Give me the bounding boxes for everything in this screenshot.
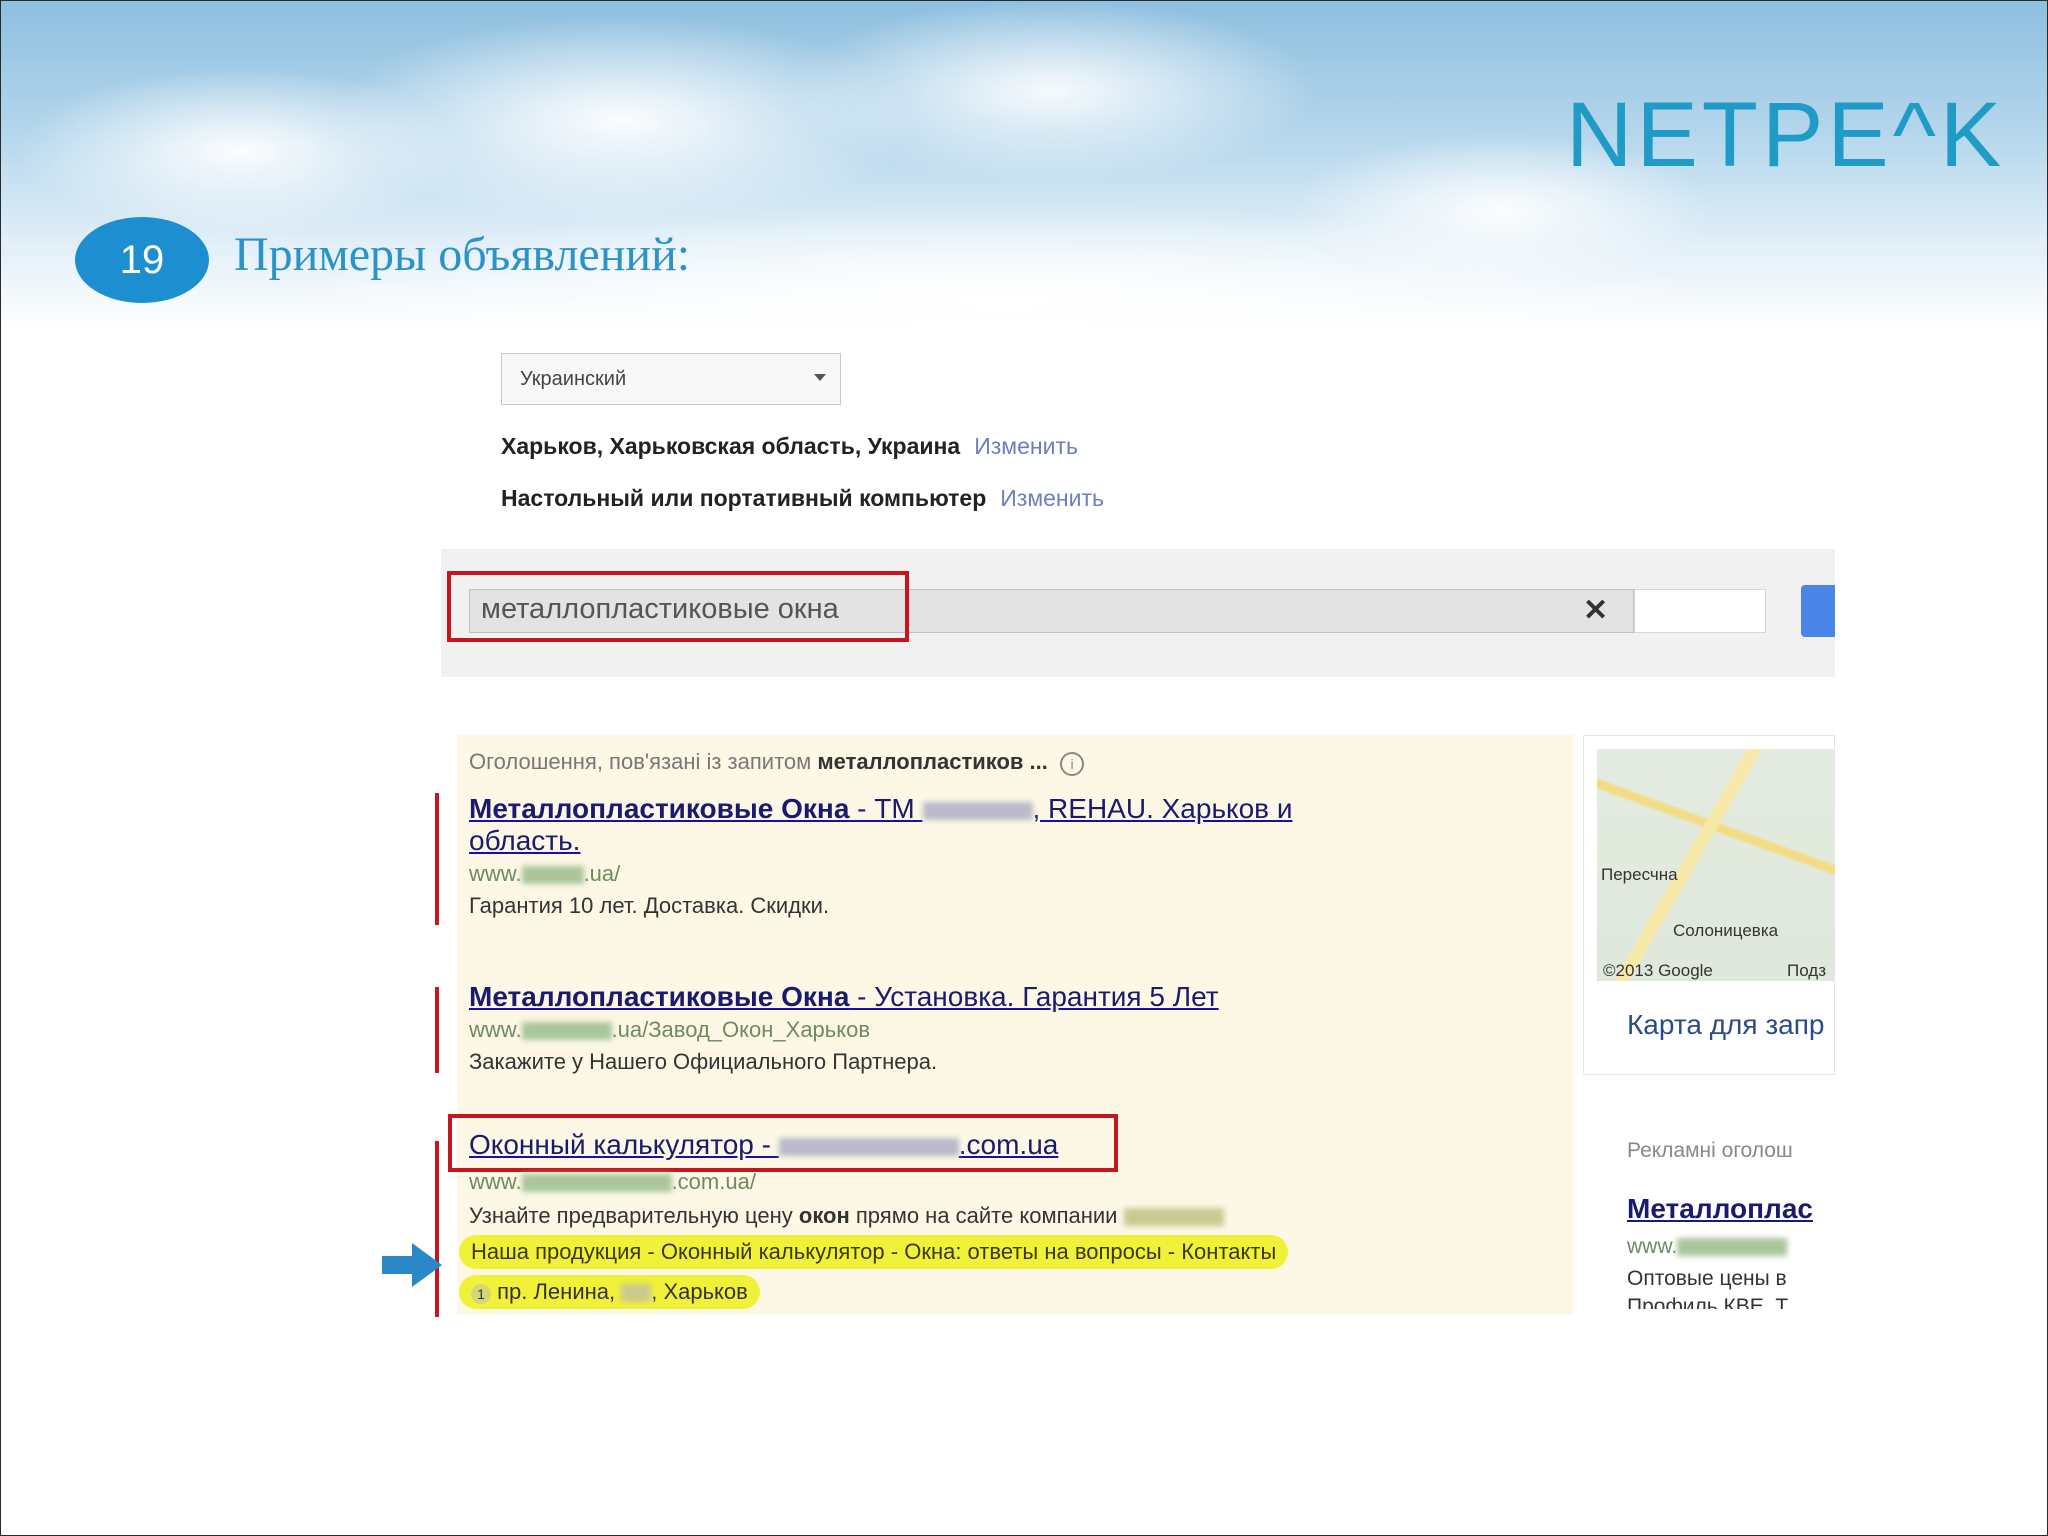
blurred-domain bbox=[521, 866, 584, 885]
blurred-brand bbox=[778, 1137, 959, 1156]
device-row: Настольный или портативный компьютер Изме… bbox=[501, 485, 1104, 512]
map-place-label: Пересчна bbox=[1601, 865, 1678, 884]
map-place-label: Подз bbox=[1787, 961, 1827, 980]
device-change-link[interactable]: Изменить bbox=[1000, 485, 1104, 511]
ad-title-text: - ТМ bbox=[849, 793, 923, 824]
blurred-address bbox=[621, 1284, 652, 1303]
ad-title-link[interactable]: Металлопластиковые Окна - Установка. Гар… bbox=[469, 981, 1569, 1013]
blurred-domain bbox=[521, 1022, 612, 1041]
ad-description: Гарантия 10 лет. Доставка. Скидки. bbox=[469, 893, 830, 918]
blurred-brand bbox=[922, 801, 1033, 820]
ad-description: Закажите у Нашего Официального Партнера. bbox=[469, 1049, 938, 1074]
chevron-down-icon bbox=[814, 374, 826, 381]
ad-title-text: - Установка. Гарантия 5 Лет bbox=[849, 981, 1219, 1012]
blurred-domain bbox=[1677, 1238, 1788, 1257]
search-button[interactable] bbox=[1801, 585, 1837, 637]
arrow-head bbox=[412, 1243, 442, 1287]
location-change-link[interactable]: Изменить bbox=[974, 433, 1078, 459]
ad-title-text: Оконный калькулятор - bbox=[469, 1129, 779, 1160]
ad-title-link[interactable]: Оконный калькулятор - .com.ua bbox=[469, 1129, 1569, 1161]
side-ads-header: Рекламні оголош bbox=[1627, 1139, 1793, 1162]
ad-address-text: пр. Ленина, bbox=[497, 1279, 622, 1304]
ad-title-line2: область. bbox=[469, 825, 581, 856]
ad-marker-bar bbox=[435, 793, 439, 925]
map-caption[interactable]: Карта для запр bbox=[1627, 1009, 1824, 1041]
ad-description: Узнайте предварительную цену окон прямо … bbox=[469, 1203, 1569, 1229]
map-image[interactable]: Пересчна Солоницевка ©2013 Google Подз bbox=[1597, 749, 1835, 981]
side-ad-url: www. bbox=[1627, 1235, 1788, 1259]
ad-url-prefix: www. bbox=[469, 1169, 522, 1194]
ad-url: www. .com.ua/ bbox=[469, 1169, 1569, 1195]
side-ad-title-link[interactable]: Металлоплас bbox=[1627, 1193, 1813, 1225]
ad-marker-bar bbox=[435, 1141, 439, 1317]
ad-address-text: , Харьков bbox=[651, 1279, 748, 1304]
ad-url-suffix: .ua/Завод_Окон_Харьков bbox=[611, 1017, 871, 1042]
ad-url: www. .ua/Завод_Окон_Харьков bbox=[469, 1017, 1569, 1043]
ad-url-prefix: www. bbox=[469, 1017, 522, 1042]
close-icon[interactable]: ✕ bbox=[1583, 593, 1608, 628]
map-copyright: ©2013 Google bbox=[1603, 961, 1713, 980]
blurred-company bbox=[1123, 1208, 1224, 1227]
ad-item: Металлопластиковые Окна - Установка. Гар… bbox=[469, 981, 1569, 1075]
ad-marker-bar bbox=[435, 987, 439, 1073]
ad-title-text: , REHAU. Харьков и bbox=[1032, 793, 1293, 824]
ad-title-link[interactable]: Металлопластиковые Окна - ТМ , REHAU. Ха… bbox=[469, 793, 1569, 857]
location-pin-icon: 1 bbox=[471, 1284, 491, 1304]
slide: NETPE^K 19 Примеры объявлений: Украински… bbox=[0, 0, 2048, 1536]
ad-desc-text: прямо на сайте компании bbox=[849, 1203, 1118, 1228]
ad-url-suffix: .ua/ bbox=[583, 861, 621, 886]
crop-edge bbox=[1835, 541, 1875, 1321]
info-icon[interactable]: i bbox=[1060, 752, 1085, 776]
ad-title-text: .com.ua bbox=[958, 1129, 1059, 1160]
ads-header-query: металлопластиков ... bbox=[817, 749, 1048, 774]
ad-url-prefix: www. bbox=[469, 861, 522, 886]
ad-url: www. .ua/ bbox=[469, 861, 1569, 887]
side-ad-description: Профиль КВЕ. Т bbox=[1627, 1295, 1789, 1309]
search-input-extension bbox=[1634, 589, 1766, 633]
ad-address: 1 пр. Ленина, , Харьков bbox=[459, 1275, 760, 1309]
ad-title-bold: Металлопластиковые Окна bbox=[469, 981, 850, 1012]
query-highlight-frame bbox=[447, 571, 909, 642]
search-screenshot: Украинский Харьков, Харьковская область,… bbox=[1, 1, 2047, 1535]
ad-desc-bold: окон bbox=[798, 1203, 850, 1228]
map-place-label: Солоницевка bbox=[1673, 921, 1779, 940]
ads-header: Оголошення, пов'язані із запитом металло… bbox=[469, 749, 1085, 776]
ad-item: Металлопластиковые Окна - ТМ , REHAU. Ха… bbox=[469, 793, 1569, 919]
ad-sitelinks[interactable]: Наша продукция - Оконный калькулятор - О… bbox=[459, 1235, 1289, 1269]
ad-title-bold: Металлопластиковые Окна bbox=[469, 793, 850, 824]
device-text: Настольный или портативный компьютер bbox=[501, 485, 987, 511]
ad-url-suffix: .com.ua/ bbox=[671, 1169, 756, 1194]
language-select-value: Украинский bbox=[520, 368, 627, 390]
location-row: Харьков, Харьковская область, Украина Изм… bbox=[501, 433, 1078, 460]
language-select[interactable]: Украинский bbox=[501, 353, 841, 405]
side-ad-description: Оптовые цены в bbox=[1627, 1267, 1787, 1290]
blurred-domain bbox=[521, 1174, 672, 1193]
ad-desc-text: Узнайте предварительную цену bbox=[469, 1203, 799, 1228]
arrow-right-icon bbox=[382, 1256, 412, 1274]
location-text: Харьков, Харьковская область, Украина bbox=[501, 433, 961, 459]
ads-header-prefix: Оголошення, пов'язані із запитом bbox=[469, 749, 818, 774]
side-ad-url-text: www. bbox=[1627, 1235, 1678, 1258]
ad-item: Оконный калькулятор - .com.ua www. .com.u… bbox=[459, 1129, 1569, 1309]
